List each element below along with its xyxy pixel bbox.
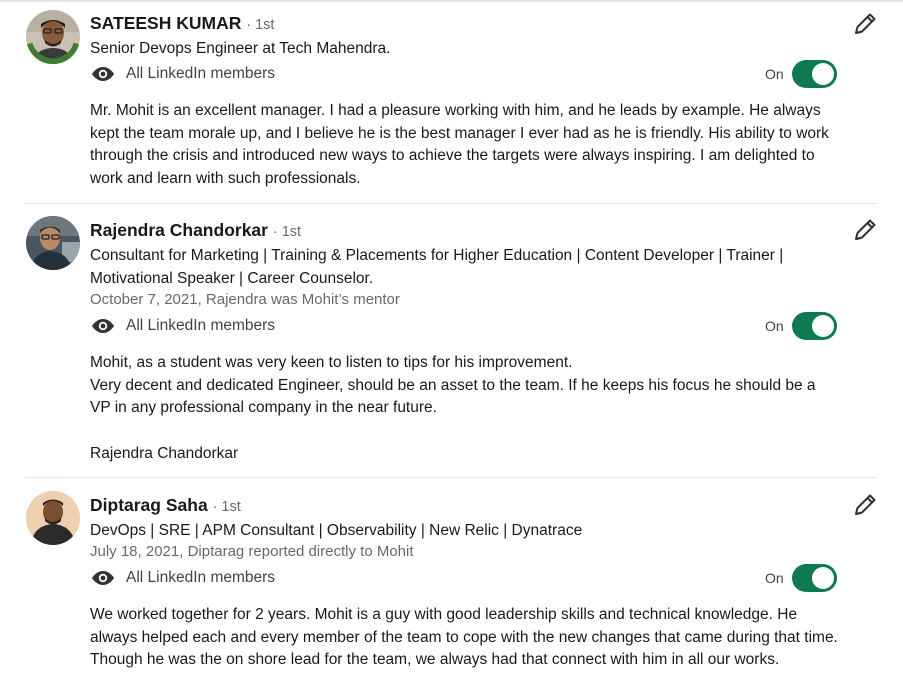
recommender-name[interactable]: Rajendra Chandorkar [90,220,268,240]
connection-degree: · 1st [212,499,241,515]
eye-icon [92,571,114,585]
toggle-label: On [765,318,784,334]
recommendation-paragraph: Very decent and dedicated Engineer, shou… [90,376,816,417]
visibility-setting: All LinkedIn members [90,62,275,86]
recommender-headline: Senior Devops Engineer at Tech Mahendra. [90,40,391,57]
recommendation-signature: Rajendra Chandorkar [90,444,239,462]
visibility-toggle[interactable] [791,60,837,88]
visibility-setting: All LinkedIn members [90,566,275,590]
visibility-toggle-group: On [765,312,837,340]
recommender-name[interactable]: Diptarag Saha [90,495,208,515]
avatar[interactable] [26,10,80,64]
visibility-setting: All LinkedIn members [90,314,275,338]
pencil-icon[interactable] [852,11,878,37]
toggle-knob [811,315,834,337]
recommender-headline: Consultant for Marketing | Training & Pl… [90,247,784,287]
visibility-label: All LinkedIn members [126,65,276,82]
avatar[interactable] [26,491,80,545]
avatar[interactable] [26,216,80,270]
visibility-label: All LinkedIn members [126,317,276,334]
recommender-name[interactable]: SATEESH KUMAR [90,13,241,33]
recommender-headline: DevOps | SRE | APM Consultant | Observab… [90,522,583,539]
divider [24,203,878,204]
name-line: Rajendra Chandorkar · 1st [90,220,301,241]
eye-icon [92,319,114,333]
relationship-info: July 18, 2021, Diptarag reported directl… [90,543,414,560]
toggle-label: On [765,66,784,82]
recommendation-paragraph [90,420,840,443]
relationship-info: October 7, 2021, Rajendra was Mohit’s me… [90,291,400,308]
visibility-label: All LinkedIn members [126,569,276,586]
visibility-toggle[interactable] [791,312,837,340]
recommendation-paragraph: Mr. Mohit is an excellent manager. I had… [90,102,829,188]
recommendation-text: Mohit, as a student was very keen to lis… [90,352,840,466]
visibility-toggle-group: On [765,564,837,592]
divider [24,477,878,478]
eye-icon [92,67,114,81]
connection-degree: · 1st [246,17,275,33]
visibility-toggle[interactable] [791,564,837,592]
connection-degree: · 1st [272,224,302,240]
toggle-knob [811,567,834,589]
recommendation-paragraph: We worked together for 2 years. Mohit is… [90,606,838,669]
pencil-icon[interactable] [852,217,878,243]
visibility-toggle-group: On [765,60,837,88]
name-line: Diptarag Saha · 1st [90,495,241,516]
recommendation-text: Mr. Mohit is an excellent manager. I had… [90,100,840,191]
pencil-icon[interactable] [852,492,878,518]
toggle-knob [811,63,834,85]
toggle-label: On [765,570,784,586]
top-shadow [0,0,903,3]
name-line: SATEESH KUMAR · 1st [90,13,274,34]
recommendation-text: We worked together for 2 years. Mohit is… [90,604,840,672]
recommendation-paragraph: Mohit, as a student was very keen to lis… [90,354,573,371]
